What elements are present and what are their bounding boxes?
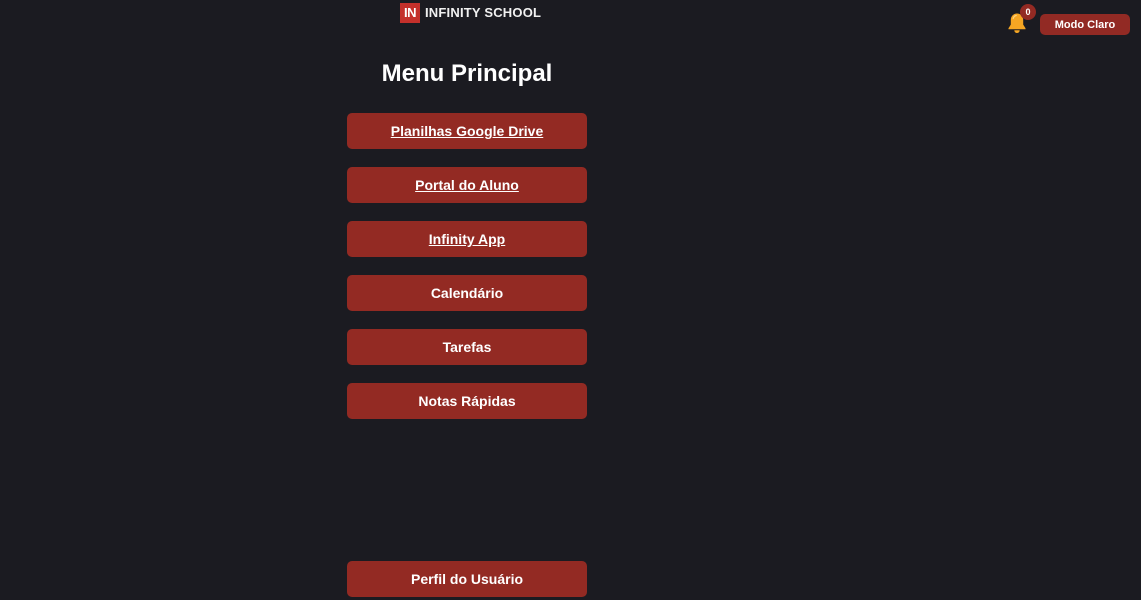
user-profile-label: Perfil do Usuário (410, 571, 524, 587)
infinity-school-logo[interactable]: IN INFINITY SCHOOL (400, 2, 541, 23)
user-profile-button[interactable]: Perfil do Usuário (347, 561, 587, 597)
menu-button-planilhas-google-drive[interactable]: Planilhas Google Drive (347, 113, 587, 149)
logo-text: INFINITY SCHOOL (425, 5, 542, 20)
light-mode-button[interactable]: Modo Claro (1040, 14, 1130, 35)
menu-button-calendario[interactable]: Calendário (347, 275, 587, 311)
page-title: Menu Principal (381, 60, 553, 87)
menu-button-label: Tarefas (442, 339, 492, 355)
page: IN INFINITY SCHOOL 0 Modo Claro Menu Pri… (0, 0, 1141, 600)
menu-button-infinity-app[interactable]: Infinity App (347, 221, 587, 257)
menu-button-label: Infinity App (428, 231, 506, 247)
menu-button-portal-do-aluno[interactable]: Portal do Aluno (347, 167, 587, 203)
menu-button-label: Calendário (430, 285, 504, 301)
menu-button-tarefas[interactable]: Tarefas (347, 329, 587, 365)
notification-count-badge: 0 (1020, 4, 1036, 20)
logo-mark: IN (400, 2, 420, 23)
menu-button-label: Planilhas Google Drive (390, 123, 544, 139)
menu-button-label: Notas Rápidas (418, 393, 516, 409)
menu-button-notas-rapidas[interactable]: Notas Rápidas (347, 383, 587, 419)
menu-button-label: Portal do Aluno (415, 177, 519, 193)
